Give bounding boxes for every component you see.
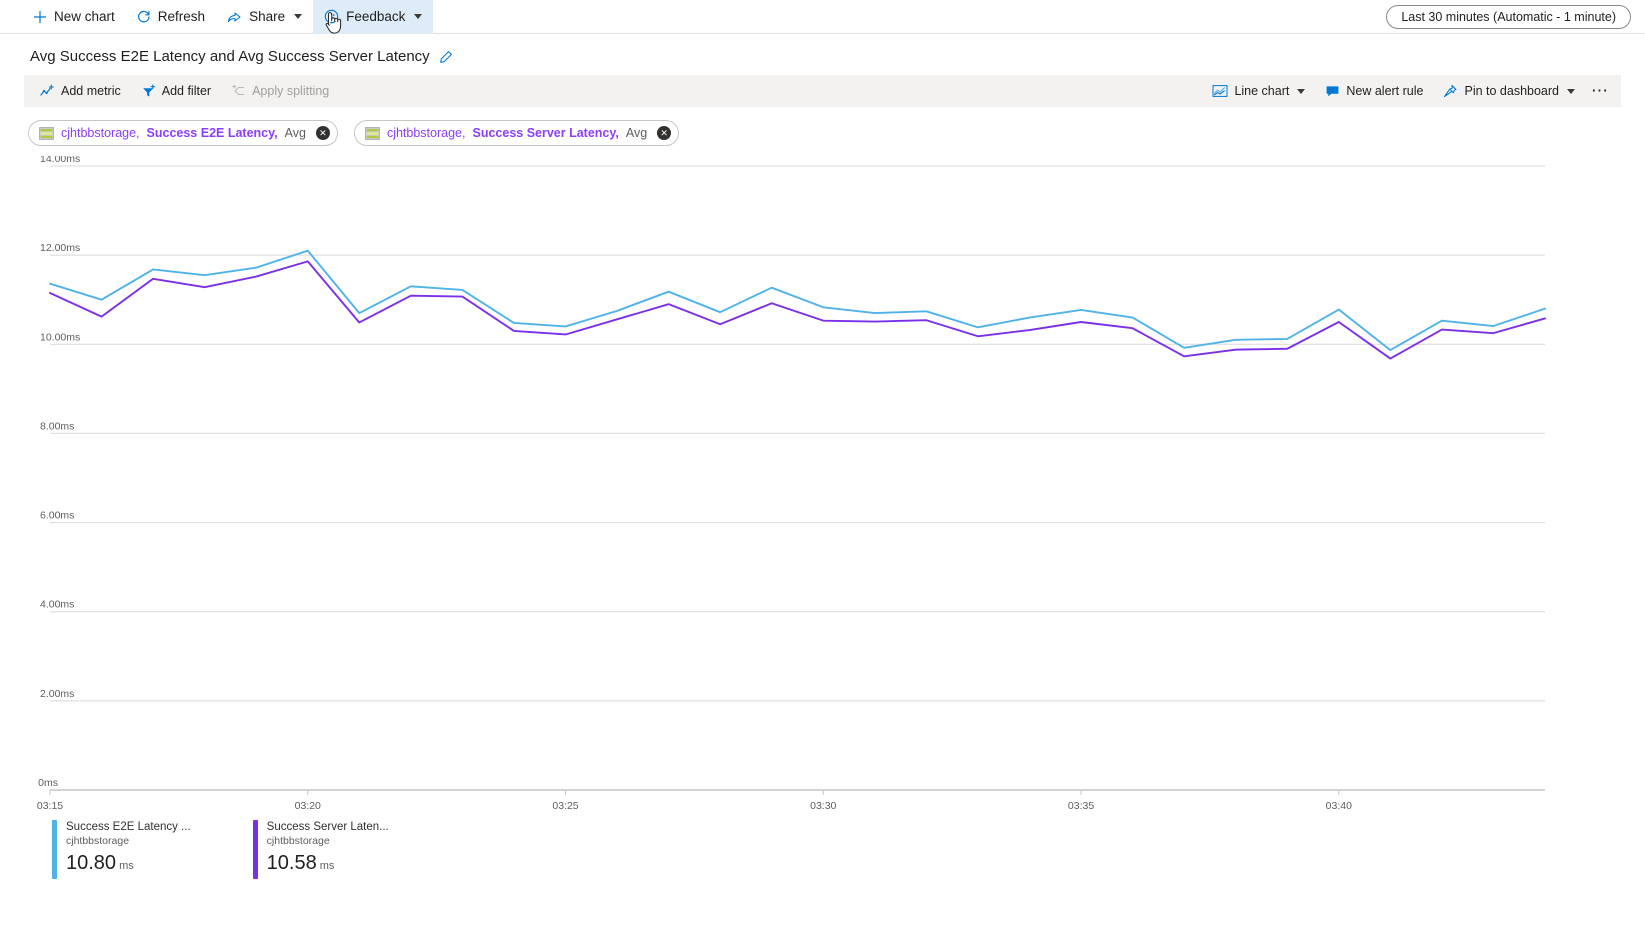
pencil-icon[interactable] — [439, 50, 453, 64]
share-label: Share — [249, 9, 285, 24]
legend-resource-name: cjhtbbstorage — [267, 834, 389, 848]
add-filter-button[interactable]: Add filter — [131, 76, 221, 106]
add-metric-label: Add metric — [61, 84, 121, 98]
legend-series-name: Success E2E Latency ... — [66, 820, 191, 834]
top-command-bar: New chart Refresh Share Feedback Last 30… — [0, 0, 1645, 34]
chart-toolbar: Add metric Add filter Apply splitting Li… — [24, 75, 1621, 107]
plus-icon — [33, 10, 47, 24]
y-axis-tick-label: 0ms — [38, 777, 58, 789]
legend-value-unit: ms — [119, 860, 134, 872]
legend-item-e2e-latency[interactable]: Success E2E Latency ... cjhtbbstorage 10… — [52, 820, 191, 879]
add-metric-button[interactable]: Add metric — [30, 76, 131, 106]
chip-aggregation-label: Avg — [285, 126, 306, 140]
y-axis-tick-label: 2.00ms — [40, 688, 74, 700]
chart-legend: Success E2E Latency ... cjhtbbstorage 10… — [52, 820, 1645, 879]
chart-plot-area[interactable]: 0ms 2.00ms 4.00ms 6.00ms 8.00ms 10.00ms 12.00m… — [0, 156, 1645, 816]
y-axis-tick-label: 8.00ms — [40, 420, 74, 432]
series-line-success-e2e-latency[interactable] — [50, 251, 1545, 350]
y-axis-tick-label: 14.00ms — [40, 156, 80, 165]
add-filter-label: Add filter — [162, 84, 211, 98]
chevron-down-icon — [1567, 89, 1575, 94]
close-icon[interactable]: ✕ — [316, 126, 330, 140]
alert-rule-icon — [1325, 84, 1340, 98]
x-axis-tick-label: 03:15 — [37, 800, 63, 812]
pin-to-dashboard-label: Pin to dashboard — [1464, 84, 1559, 98]
metric-chips: cjhtbbstorage, Success E2E Latency, Avg … — [28, 120, 1645, 146]
refresh-label: Refresh — [158, 9, 205, 24]
more-commands-label: ⋯ — [1591, 81, 1609, 101]
add-metric-icon — [40, 84, 55, 98]
x-axis-tick-label: 03:35 — [1068, 800, 1094, 812]
x-axis-tick-label: 03:40 — [1326, 800, 1352, 812]
chart-type-label: Line chart — [1234, 84, 1289, 98]
pin-icon — [1443, 84, 1458, 98]
metrics-line-chart[interactable]: 0ms 2.00ms 4.00ms 6.00ms 8.00ms 10.00ms 12.00m… — [0, 156, 1645, 816]
x-axis-tick-label: 03:25 — [552, 800, 578, 812]
legend-value-number: 10.80 — [66, 852, 116, 874]
chevron-down-icon — [294, 14, 302, 19]
legend-swatch — [253, 820, 258, 879]
feedback-smiley-icon — [324, 9, 339, 24]
add-filter-icon — [141, 84, 156, 98]
page-title: Avg Success E2E Latency and Avg Success … — [30, 48, 430, 65]
x-axis-tick-label: 03:30 — [810, 800, 836, 812]
feedback-button[interactable]: Feedback — [313, 0, 433, 34]
chip-resource-label: cjhtbbstorage, — [387, 126, 466, 140]
new-chart-button[interactable]: New chart — [22, 0, 126, 34]
more-commands-button[interactable]: ⋯ — [1585, 76, 1615, 106]
legend-value-number: 10.58 — [267, 852, 317, 874]
chart-toolbar-right: Line chart New alert rule Pin to dashboa… — [1202, 76, 1615, 106]
storage-account-icon — [365, 127, 380, 140]
storage-account-icon — [39, 127, 54, 140]
pin-to-dashboard-button[interactable]: Pin to dashboard — [1433, 76, 1585, 106]
y-axis-tick-label: 10.00ms — [40, 331, 80, 343]
chip-metric-label: Success Server Latency, — [472, 126, 618, 140]
close-icon[interactable]: ✕ — [657, 126, 671, 140]
share-icon — [227, 10, 242, 24]
chip-metric-label: Success E2E Latency, — [147, 126, 278, 140]
legend-value: 10.58ms — [267, 850, 389, 879]
legend-value-unit: ms — [320, 860, 335, 872]
refresh-icon — [137, 10, 151, 24]
time-range-label: Last 30 minutes (Automatic - 1 minute) — [1401, 10, 1616, 24]
x-axis-tick-label: 03:20 — [295, 800, 321, 812]
apply-splitting-label: Apply splitting — [252, 84, 329, 98]
share-button[interactable]: Share — [216, 0, 313, 34]
legend-value: 10.80ms — [66, 850, 191, 879]
chip-resource-label: cjhtbbstorage, — [61, 126, 140, 140]
new-chart-label: New chart — [54, 9, 115, 24]
time-range-picker[interactable]: Last 30 minutes (Automatic - 1 minute) — [1386, 5, 1631, 29]
metric-chip-e2e-latency[interactable]: cjhtbbstorage, Success E2E Latency, Avg … — [28, 120, 338, 146]
refresh-button[interactable]: Refresh — [126, 0, 216, 34]
chip-aggregation-label: Avg — [626, 126, 647, 140]
line-chart-icon — [1212, 84, 1228, 98]
metric-chip-server-latency[interactable]: cjhtbbstorage, Success Server Latency, A… — [354, 120, 679, 146]
legend-series-name: Success Server Laten... — [267, 820, 389, 834]
y-axis-tick-label: 6.00ms — [40, 510, 74, 522]
legend-swatch — [52, 820, 57, 879]
chevron-down-icon — [1297, 89, 1305, 94]
chart-type-button[interactable]: Line chart — [1202, 76, 1315, 106]
apply-splitting-button[interactable]: Apply splitting — [221, 76, 339, 106]
new-alert-rule-button[interactable]: New alert rule — [1315, 76, 1433, 106]
chevron-down-icon — [414, 14, 422, 19]
y-axis-tick-label: 4.00ms — [40, 599, 74, 611]
feedback-label: Feedback — [346, 9, 405, 24]
new-alert-rule-label: New alert rule — [1346, 84, 1423, 98]
legend-resource-name: cjhtbbstorage — [66, 834, 191, 848]
chart-title-row: Avg Success E2E Latency and Avg Success … — [0, 34, 1645, 75]
apply-splitting-icon — [231, 84, 246, 98]
y-axis-tick-label: 12.00ms — [40, 242, 80, 254]
legend-item-server-latency[interactable]: Success Server Laten... cjhtbbstorage 10… — [253, 820, 389, 879]
